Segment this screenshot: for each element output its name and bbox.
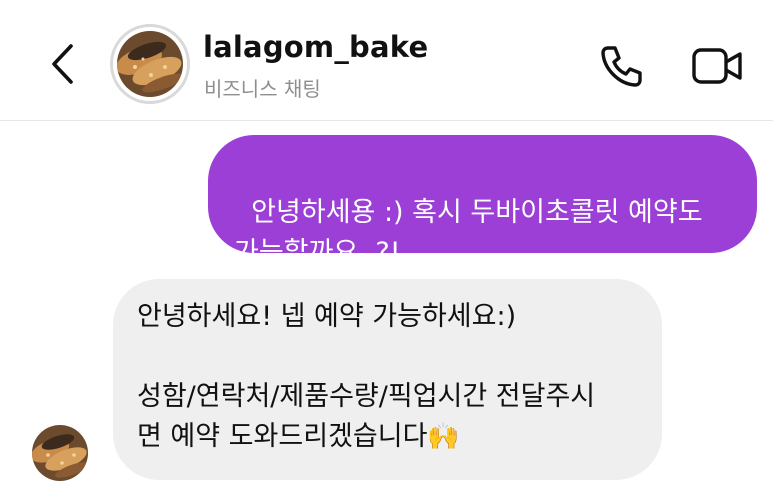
chevron-left-icon (52, 44, 73, 84)
chat-header: lalagom_bake 비즈니스 채팅 (0, 0, 773, 121)
sent-message-text: 안녕하세용 :) 혹시 두바이초콜릿 예약도 가능할까요..?! (234, 197, 703, 268)
received-message-text: 안녕하세요! 넵 예약 가능하세요:) 성함/연락처/제품수량/픽업시간 전달주… (137, 301, 596, 452)
raising-hands-emoji: 🙌 (427, 422, 460, 452)
phone-icon (601, 46, 642, 87)
video-camera-icon (692, 48, 742, 84)
back-button[interactable] (42, 40, 82, 88)
received-message-bubble[interactable]: 안녕하세요! 넵 예약 가능하세요:) 성함/연락처/제품수량/픽업시간 전달주… (113, 279, 662, 480)
video-call-button[interactable] (690, 42, 744, 90)
call-button[interactable] (598, 42, 646, 90)
profile-avatar[interactable] (110, 24, 190, 104)
avatar-image (117, 31, 183, 97)
sender-avatar[interactable] (32, 425, 88, 481)
sent-message-bubble[interactable]: 안녕하세용 :) 혹시 두바이초콜릿 예약도 가능할까요..?! (208, 135, 757, 268)
chat-title[interactable]: lalagom_bake (203, 30, 428, 64)
business-chat-label: 비즈니스 채팅 (204, 77, 321, 101)
